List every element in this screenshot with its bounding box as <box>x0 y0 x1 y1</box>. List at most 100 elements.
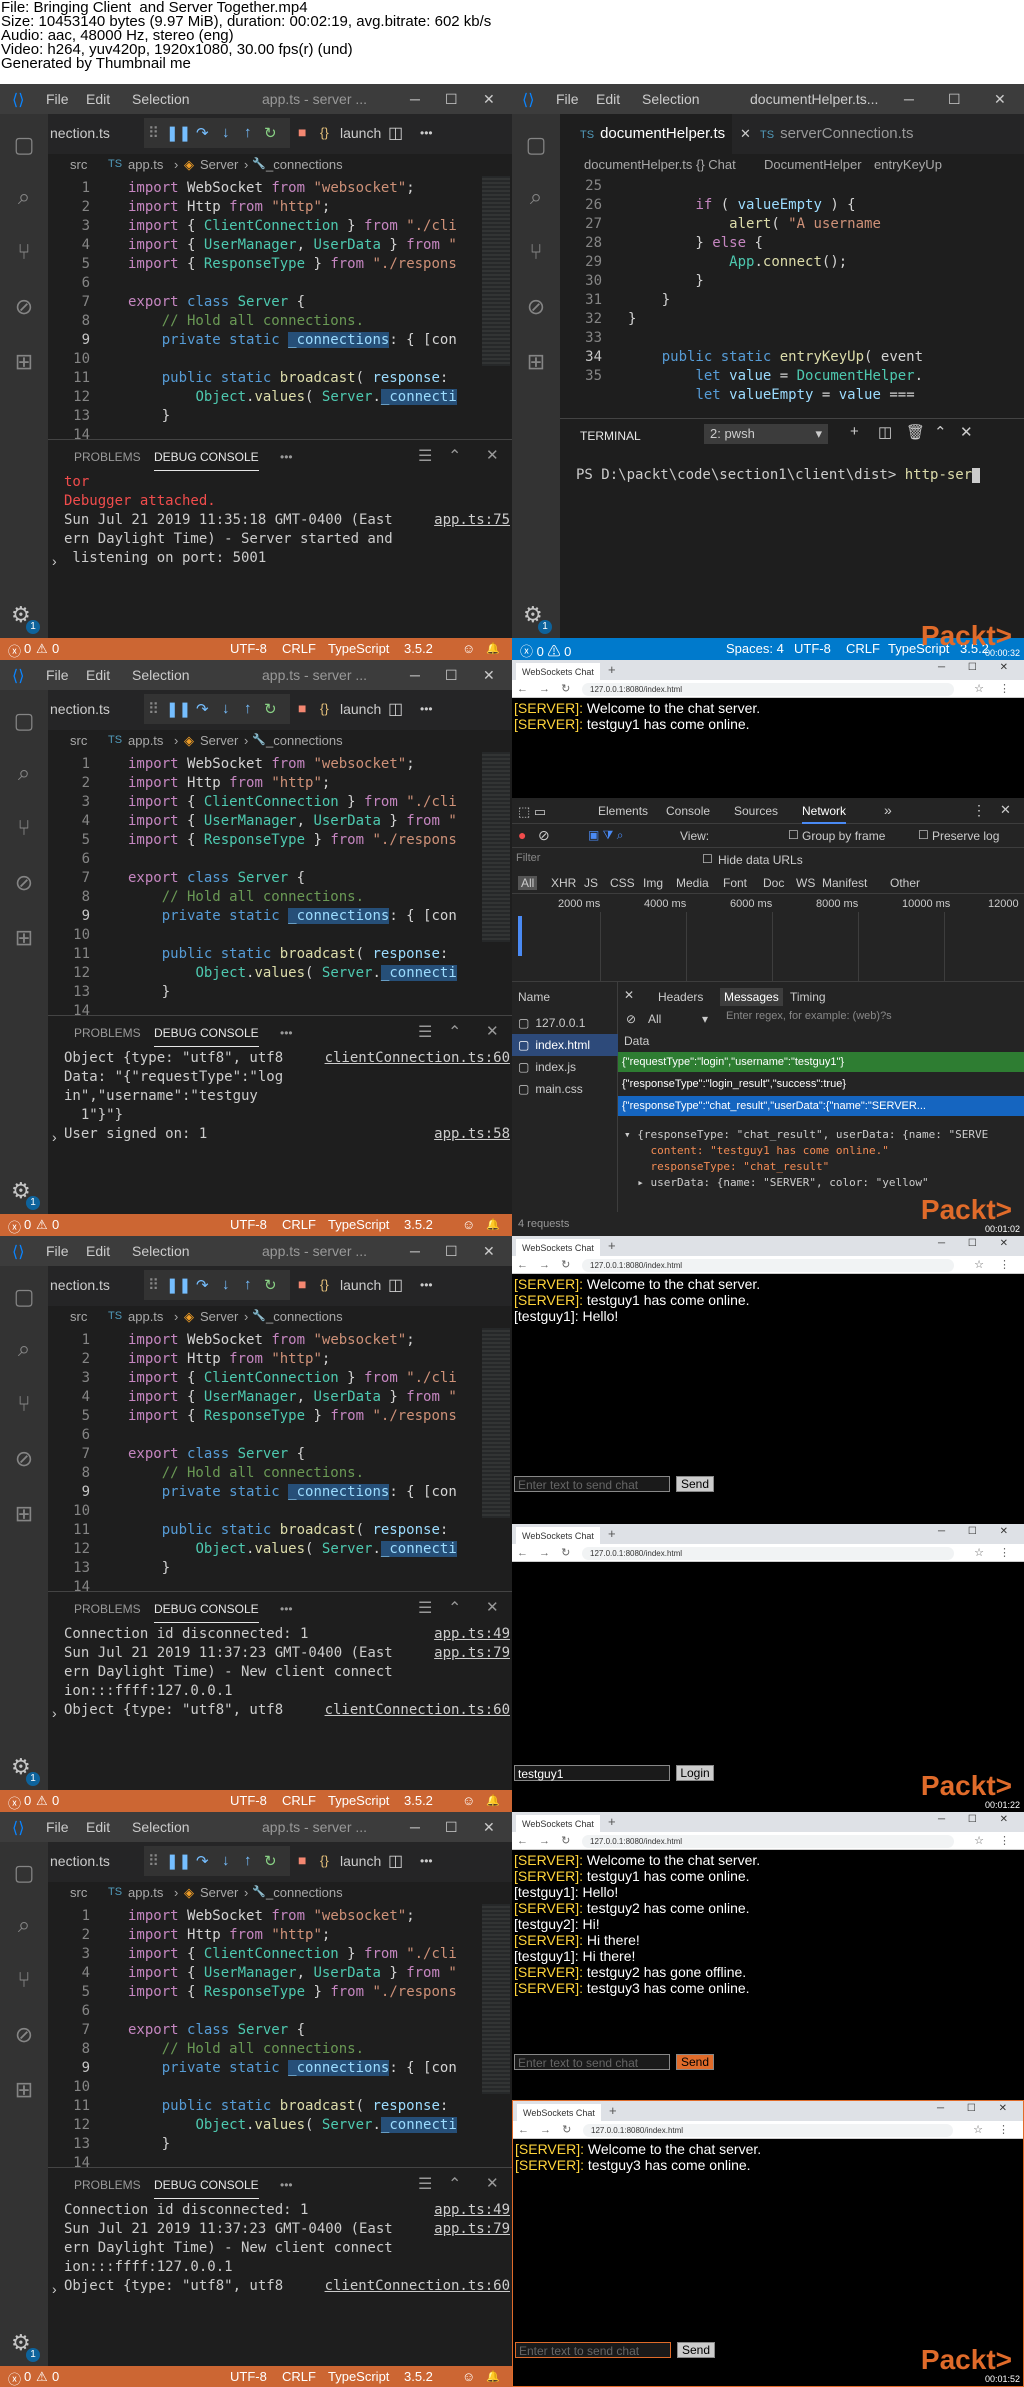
ts-version-status[interactable]: 3.5.2 <box>404 1793 433 1808</box>
send-button[interactable]: Send <box>676 2054 714 2070</box>
drag-handle-icon[interactable]: ⠿ <box>148 1276 159 1294</box>
menu-file[interactable]: File <box>46 91 69 107</box>
code-editor[interactable]: 1 2 3 4 5 6 7 8 9 10 11 12 13 14 import WebSocket from… <box>48 176 512 443</box>
browser-menu-icons[interactable]: ☆ ⋮ <box>974 1834 1016 1847</box>
type-filter-other[interactable]: Other <box>890 876 920 890</box>
debug-icon[interactable]: ⊘ <box>11 1446 37 1472</box>
minimize-button[interactable]: ─ <box>410 91 420 107</box>
debug-icon[interactable]: ⊘ <box>11 294 37 320</box>
step-into-button[interactable]: ↓ <box>222 700 230 717</box>
maximize-panel-icon[interactable]: ⌃ <box>448 1022 461 1042</box>
breadcrumb-src[interactable]: src <box>70 1309 87 1324</box>
close-button[interactable]: ✕ <box>483 1819 495 1836</box>
tab-connection[interactable]: nection.ts <box>50 125 110 141</box>
new-terminal-icon[interactable]: + <box>850 423 859 440</box>
split-editor-icon[interactable]: ◫ <box>388 699 403 719</box>
ts-version-status[interactable]: 3.5.2 <box>404 641 433 656</box>
menu-file[interactable]: File <box>46 1819 69 1835</box>
language-status[interactable]: TypeScript <box>328 1793 389 1808</box>
devtools-tab-elements[interactable]: Elements <box>598 804 648 818</box>
drag-handle-icon[interactable]: ⠿ <box>148 1852 159 1870</box>
type-filter-xhr[interactable]: XHR <box>551 876 576 890</box>
type-filter-ws[interactable]: WS <box>796 876 815 890</box>
window-controls[interactable]: ─ ☐ ✕ <box>938 1238 1018 1249</box>
breadcrumb-member[interactable]: _connections <box>266 1309 343 1324</box>
bell-icon[interactable]: 🔔 <box>486 1218 500 1231</box>
maximize-panel-icon[interactable]: ⌃ <box>448 2174 461 2194</box>
breadcrumb-member[interactable]: _connections <box>266 157 343 172</box>
url-field[interactable]: 127.0.0.1:8080/index.html <box>582 1547 954 1560</box>
maximize-button[interactable]: ☐ <box>445 91 458 108</box>
breadcrumb-item-3[interactable]: entryKeyUp <box>874 157 942 172</box>
tab-launch[interactable]: launch <box>340 1277 381 1293</box>
devtools-tab-network[interactable]: Network <box>802 804 847 824</box>
step-over-button[interactable]: ↷ <box>196 700 209 718</box>
eol-status[interactable]: CRLF <box>846 641 880 656</box>
group-checkbox[interactable]: ☐ <box>788 828 799 842</box>
detail-tab-timing[interactable]: Timing <box>786 988 830 1006</box>
send-button[interactable]: Send <box>677 2342 715 2358</box>
files-icon[interactable]: ▢ <box>11 708 37 734</box>
tab-server-connection[interactable]: TS serverConnection.ts <box>760 125 913 142</box>
menu-edit[interactable]: Edit <box>596 91 620 107</box>
url-field[interactable]: 127.0.0.1:8080/index.html <box>582 1835 954 1848</box>
tab-debug-console[interactable]: DEBUG CONSOLE <box>154 1602 259 1623</box>
menu-file[interactable]: File <box>46 1243 69 1259</box>
menu-edit[interactable]: Edit <box>86 1243 110 1259</box>
maximize-panel-icon[interactable]: ⌃ <box>448 1598 461 1618</box>
source-link[interactable]: app.ts:58 <box>434 1126 510 1142</box>
type-filter-js[interactable]: JS <box>584 876 598 890</box>
error-count[interactable]: 0 <box>24 1217 31 1232</box>
files-icon[interactable]: ▢ <box>11 1860 37 1886</box>
inspect-icon[interactable]: ⬚ ▭ <box>518 804 546 820</box>
more-actions-icon[interactable]: ••• <box>420 126 433 140</box>
feedback-icon[interactable]: ☺ <box>462 1217 475 1232</box>
drag-handle-icon[interactable]: ⠿ <box>148 700 159 718</box>
devtools-menu-icon[interactable]: ⋮ <box>972 802 986 819</box>
code-editor[interactable]: 25 26 27 28 29 30 31 32 33 34 35 if ( valueEmpty )… <box>560 176 1024 403</box>
new-tab-button[interactable]: + <box>608 1814 616 1829</box>
split-terminal-icon[interactable]: ◫ <box>878 423 892 441</box>
close-panel-icon[interactable]: ✕ <box>486 1022 499 1040</box>
tab-connection[interactable]: nection.ts <box>50 701 110 717</box>
feedback-icon[interactable]: ☺ <box>462 1793 475 1808</box>
chevron-down-icon[interactable]: ▾ <box>702 1012 708 1026</box>
encoding-status[interactable]: UTF-8 <box>230 2369 267 2384</box>
step-out-button[interactable]: ↑ <box>244 1852 252 1869</box>
new-tab-button[interactable]: + <box>608 662 616 677</box>
nav-buttons[interactable]: ← → ↻ <box>518 2123 575 2136</box>
step-over-button[interactable]: ↷ <box>196 1852 209 1870</box>
tab-debug-console[interactable]: DEBUG CONSOLE <box>154 2178 259 2199</box>
stop-button[interactable]: ■ <box>298 700 306 716</box>
tab-problems[interactable]: PROBLEMS <box>74 2178 141 2192</box>
spaces-status[interactable]: Spaces: 4 <box>726 641 784 656</box>
type-filter-media[interactable]: Media <box>676 876 709 890</box>
extensions-icon[interactable]: ⊞ <box>11 925 37 951</box>
tab-problems[interactable]: PROBLEMS <box>74 1602 141 1616</box>
stop-button[interactable]: ■ <box>298 124 306 140</box>
browser-menu-icons[interactable]: ☆ ⋮ <box>974 682 1016 695</box>
encoding-status[interactable]: UTF-8 <box>230 1793 267 1808</box>
type-filter-img[interactable]: Img <box>643 876 663 890</box>
minimize-button[interactable]: ─ <box>410 1819 420 1835</box>
error-count[interactable]: 0 <box>24 641 31 656</box>
error-icon[interactable]: ⓧ <box>8 2369 21 2387</box>
tab-connection[interactable]: nection.ts <box>50 1277 110 1293</box>
breadcrumb-file[interactable]: app.ts <box>128 1309 163 1324</box>
warning-icon[interactable]: ⚠ <box>36 641 48 657</box>
send-button[interactable]: Send <box>676 1476 714 1492</box>
menu-file[interactable]: File <box>46 667 69 683</box>
source-link[interactable]: app.ts:79 <box>434 2221 510 2237</box>
source-control-icon[interactable]: ⑂ <box>11 1391 37 1417</box>
window-controls[interactable]: ─ ☐ ✕ <box>937 2103 1017 2114</box>
close-panel-icon[interactable]: ✕ <box>486 446 499 464</box>
maximize-button[interactable]: ☐ <box>445 667 458 684</box>
minimize-button[interactable]: ─ <box>410 667 420 683</box>
minimize-button[interactable]: ─ <box>410 1243 420 1259</box>
pause-button[interactable]: ❚❚ <box>166 124 191 142</box>
menu-edit[interactable]: Edit <box>86 667 110 683</box>
tab-debug-console[interactable]: DEBUG CONSOLE <box>154 1026 259 1047</box>
trash-icon[interactable]: 🗑 <box>906 423 925 441</box>
source-control-icon[interactable]: ⑂ <box>11 815 37 841</box>
browser-tab[interactable]: WebSockets Chat <box>517 2104 601 2121</box>
